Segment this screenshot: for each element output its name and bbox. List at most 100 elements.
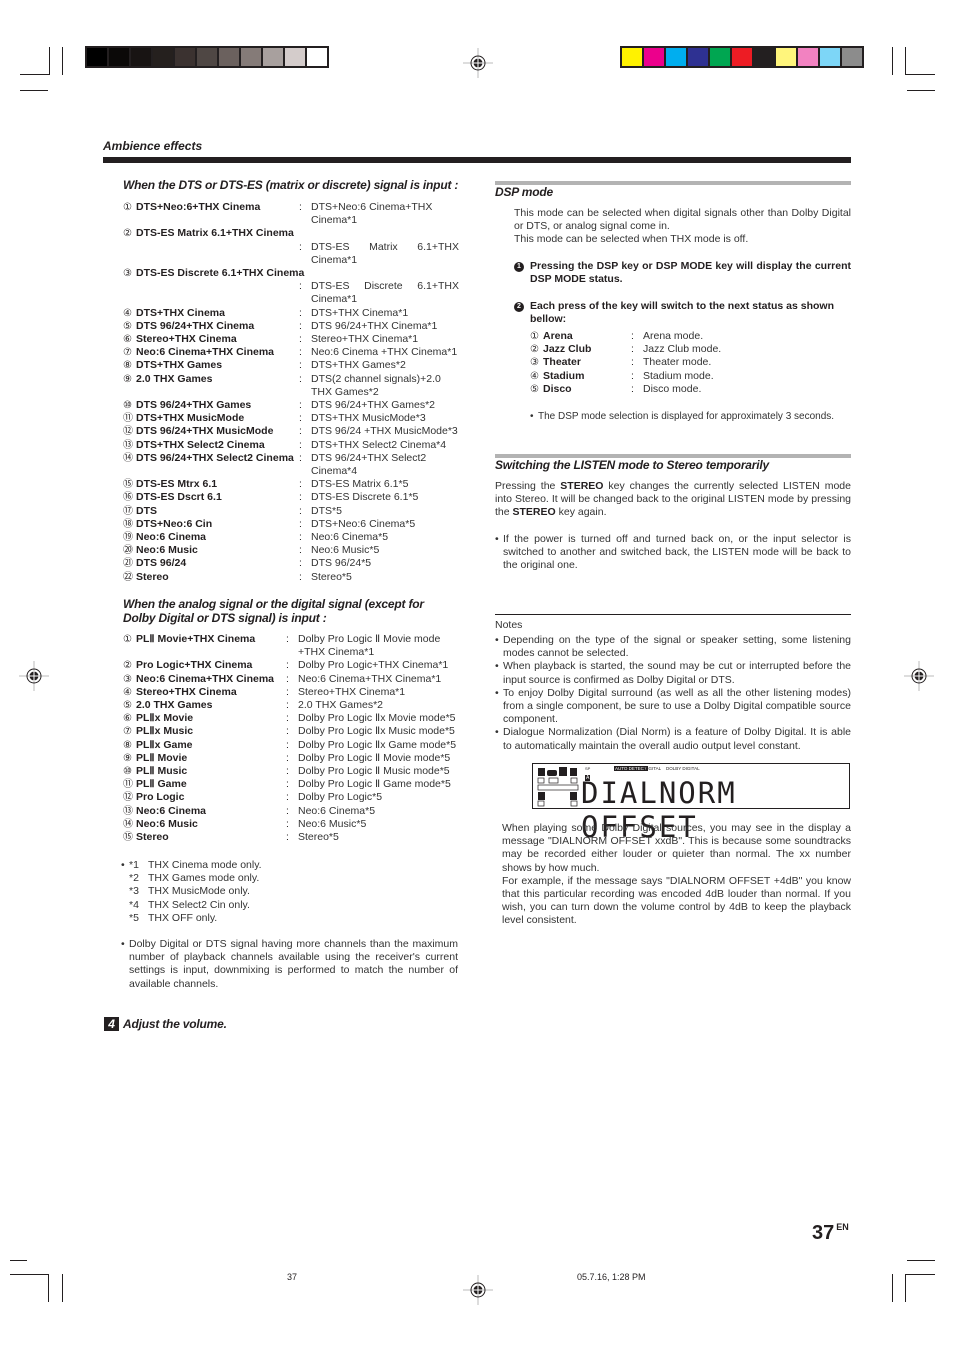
crop-mark xyxy=(10,1260,27,1261)
mode-name: PLⅡx Game xyxy=(136,738,193,751)
speaker-channel-icons xyxy=(537,767,579,807)
mode-number: ⑧ xyxy=(123,360,132,372)
mode-description: DTS+THX Games*2 xyxy=(311,359,406,372)
footnote: *2 THX Games mode only. xyxy=(121,872,461,885)
mode-number: ② xyxy=(530,344,539,356)
mode-name: Stereo+THX Cinema xyxy=(136,685,237,698)
footnote: *3 THX MusicMode only. xyxy=(121,885,461,898)
color-swatch xyxy=(754,48,774,66)
lcd-display: SP A AUTO DETECT DIGITAL DOLBY DIGITAL D… xyxy=(532,763,850,844)
mode-name: Stereo xyxy=(136,831,169,844)
mode-row: ⑪ PLⅡ Game: Dolby Pro Logic Ⅱ Game mode*5 xyxy=(123,778,459,791)
footnote: *4 THX Select2 Cin only. xyxy=(121,899,461,912)
footnote-mark: *3 xyxy=(129,885,139,898)
mode-number: ① xyxy=(123,202,132,213)
step-4: 4 Adjust the volume. xyxy=(104,1017,227,1031)
mode-description: Stereo+THX Cinema*1 xyxy=(298,685,406,698)
mode-row: ④ Stadium: Stadium mode. xyxy=(530,370,830,383)
mode-number: ⑭ xyxy=(123,452,133,464)
mode-number: ② xyxy=(123,660,132,672)
colon: : xyxy=(299,399,302,412)
mode-name: Neo:6 Music xyxy=(136,544,198,557)
dsp-step-1: 1 Pressing the DSP key or DSP MODE key wi… xyxy=(514,260,851,286)
mode-row: ⑧ PLⅡx Game: Dolby Pro Logic Ⅱx Game mode*… xyxy=(123,739,459,752)
mode-number: ⑯ xyxy=(123,492,133,504)
mode-row: ③ Theater: Theater mode. xyxy=(530,356,830,369)
mode-number: ⑨ xyxy=(123,752,132,764)
color-swatch xyxy=(87,48,107,66)
grayscale-color-bar xyxy=(85,46,329,68)
mode-description: DTS+THX Select2 Cinema*4 xyxy=(311,438,447,451)
dts-mode-list: ① DTS+Neo:6+THX Cinema: DTS+Neo:6 Cinema+T… xyxy=(123,201,459,584)
dsp-note: • The DSP mode selection is displayed for… xyxy=(530,410,855,423)
dsp-step-2-text: Each press of the key will switch to the… xyxy=(530,300,834,326)
crop-mark xyxy=(20,90,48,91)
footnote-text: THX MusicMode only. xyxy=(148,885,250,898)
process-color-bar xyxy=(620,46,864,68)
mode-description: Arena mode. xyxy=(643,330,704,342)
mode-row: ② Pro Logic+THX Cinema: Dolby Pro Logic+TH… xyxy=(123,659,459,672)
colon: : xyxy=(299,333,302,346)
bullet-icon: • xyxy=(495,533,499,545)
colon: : xyxy=(286,817,289,830)
colon: : xyxy=(631,382,634,395)
crop-mark xyxy=(907,90,935,91)
mode-row: ⑩ PLⅡ Music: Dolby Pro Logic Ⅱ Music mode*… xyxy=(123,765,459,778)
mode-number: ⑤ xyxy=(123,700,132,712)
colon: : xyxy=(299,372,302,385)
mode-row: ⑱ DTS+Neo:6 Cin: DTS+Neo:6 Cinema*5 xyxy=(123,518,459,531)
mode-name: Pro Logic+THX Cinema xyxy=(136,659,253,672)
colon: : xyxy=(299,438,302,451)
colon: : xyxy=(299,504,302,517)
mode-number: ④ xyxy=(123,307,132,319)
colon: : xyxy=(299,346,302,359)
listen-text: Pressing the xyxy=(495,480,561,492)
mode-row: ⑬ DTS+THX Select2 Cinema: DTS+THX Select2 … xyxy=(123,439,459,452)
mode-description: Dolby Pro Logic Ⅱ Movie mode +THX Cinema… xyxy=(298,633,441,659)
mode-number: ④ xyxy=(530,370,539,382)
mode-row: ⑭ DTS 96/24+THX Select2 Cinema: DTS 96/24+… xyxy=(123,452,459,478)
note-text: Depending on the type of the signal or s… xyxy=(503,634,851,660)
footnote-text: THX Select2 Cin only. xyxy=(148,898,250,911)
mode-name: PLⅡ Movie xyxy=(136,751,188,764)
mode-description: Neo:6 Music*5 xyxy=(298,817,367,830)
colon: : xyxy=(286,685,289,698)
dialnorm-paragraph: When playing some Dolby Digital sources,… xyxy=(502,822,851,928)
mode-description: Dolby Pro Logic Ⅱx Music mode*5 xyxy=(298,725,455,738)
dialnorm-text-2: For example, if the message says "DIALNO… xyxy=(502,874,851,927)
mode-name: PLⅡ Game xyxy=(136,778,187,791)
mode-name: Pro Logic xyxy=(136,791,185,804)
section-rule xyxy=(103,157,851,163)
mode-name: DTS 96/24 xyxy=(136,557,187,570)
analog-mode-list: ① PLⅡ Movie+THX Cinema: Dolby Pro Logic Ⅱ … xyxy=(123,633,459,844)
mode-description: DTS 96/24+THX Games*2 xyxy=(311,399,436,412)
colon: : xyxy=(286,633,289,645)
mode-row: ⑦ Neo:6 Cinema+THX Cinema: Neo:6 Cinema +T… xyxy=(123,346,459,359)
mode-row: ② Jazz Club: Jazz Club mode. xyxy=(530,343,830,356)
colon: : xyxy=(299,240,302,253)
step-number-badge: 4 xyxy=(104,1017,119,1031)
mode-number: ③ xyxy=(530,357,539,369)
note-item: • When playback is started, the sound may… xyxy=(495,660,851,686)
listen-paragraph: Pressing the STEREO key changes the curr… xyxy=(495,480,851,520)
colon: : xyxy=(299,451,302,464)
mode-name: Neo:6 Music xyxy=(136,817,198,830)
mode-number: ② xyxy=(123,228,132,240)
mode-description: Dolby Pro Logic Ⅱ Music mode*5 xyxy=(298,765,450,778)
note-item: • Dialogue Normalization (Dial Norm) is a… xyxy=(495,726,851,752)
mode-row: ⑫ DTS 96/24+THX MusicMode: DTS 96/24 +THX … xyxy=(123,425,459,438)
mode-description: DTS-ES Discrete 6.1+THX Cinema*1 xyxy=(311,280,459,306)
crop-mark xyxy=(20,74,50,75)
dsp-intro-2: This mode can be selected when THX mode … xyxy=(514,233,749,246)
slug-timestamp: 05.7.16, 1:28 PM xyxy=(577,1272,646,1282)
mode-number: ㉑ xyxy=(123,558,133,570)
mode-row: ⑫ Pro Logic: Dolby Pro Logic*5 xyxy=(123,791,459,804)
mode-row: ① DTS+Neo:6+THX Cinema: DTS+Neo:6 Cinema+T… xyxy=(123,201,459,227)
crop-mark xyxy=(48,1274,49,1302)
mode-number: ① xyxy=(530,331,539,342)
dsp-intro-1: This mode can be selected when digital s… xyxy=(514,207,851,233)
